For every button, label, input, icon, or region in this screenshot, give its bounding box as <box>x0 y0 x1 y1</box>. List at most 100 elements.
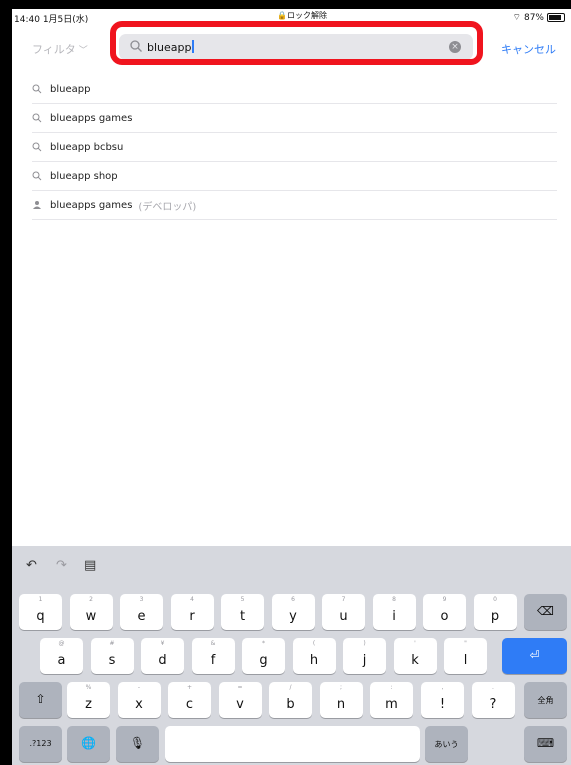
key-label: あいう <box>434 740 459 749</box>
key-secondary-label: @ <box>58 640 65 647</box>
shift-key[interactable]: ⇧ <box>19 682 62 718</box>
suggestion-item[interactable]: blueapp <box>32 75 557 104</box>
globe-key[interactable]: 🌐 <box>67 726 110 762</box>
backspace-icon: ⌫ <box>537 604 554 618</box>
key-label: .?123 <box>29 739 52 748</box>
numbers-key[interactable]: .?123 <box>19 726 62 762</box>
key-label: 全角 <box>537 696 554 705</box>
status-right: ⌔ 87% <box>513 12 565 23</box>
key-label: l <box>463 653 468 668</box>
key-o[interactable]: 9o <box>423 594 466 630</box>
battery-icon <box>547 13 565 22</box>
key-r[interactable]: 4r <box>170 594 214 630</box>
key-y[interactable]: 6y <box>271 594 315 630</box>
key-l[interactable]: " l <box>444 638 487 674</box>
keyboard: ↶ ↷ ▤ 1 q 2 w 3 e 4 r 5 t 6 y 7 u 8 i 9 o 0 p ⌫ @ a # s ¥ d & f * g(h)… <box>12 546 571 765</box>
return-key[interactable]: ⏎ <box>502 638 567 674</box>
paste-icon[interactable]: ▤ <box>84 558 96 573</box>
search-icon <box>32 84 42 94</box>
filter-button[interactable]: フィルタ ﹀ <box>32 41 88 57</box>
key-c[interactable]: + c <box>168 682 211 718</box>
key-i[interactable]: 8i <box>372 594 416 630</box>
key-label: p <box>490 609 500 624</box>
keyboard-hide-icon: ⌨ <box>536 736 555 750</box>
key-secondary-label: 9 <box>442 596 447 603</box>
key-punct[interactable]: .? <box>471 682 515 718</box>
space-key[interactable] <box>165 726 420 762</box>
status-bar: 14:40 1月5日(水) 🔒ロック解除 ⌔ 87% <box>12 9 571 27</box>
key-q[interactable]: 1q <box>19 594 62 630</box>
key-punct[interactable]: ,! <box>421 682 464 718</box>
globe-icon: 🌐 <box>81 736 96 750</box>
battery-percent: 87% <box>523 12 544 23</box>
key-secondary-label: & <box>210 640 216 647</box>
search-value: blueapp <box>147 40 195 54</box>
key-label: k <box>411 653 419 668</box>
dismiss-keyboard-key[interactable]: ⌨ <box>524 726 567 762</box>
return-icon: ⏎ <box>529 648 540 662</box>
key-j[interactable]: ) j <box>343 638 386 674</box>
suggestion-item[interactable]: blueapp shop <box>32 162 557 191</box>
key-label: t <box>239 609 246 624</box>
key-h[interactable]: (h <box>292 638 336 674</box>
key-label: ? <box>489 697 497 712</box>
key-secondary-label: % <box>85 684 92 691</box>
key-u[interactable]: 7u <box>322 594 365 630</box>
clear-icon[interactable]: × <box>449 41 461 53</box>
key-secondary-label: 1 <box>38 596 43 603</box>
search-input[interactable]: blueapp × <box>119 34 473 60</box>
key-v[interactable]: = v <box>218 682 262 718</box>
key-x[interactable]: -x <box>117 682 161 718</box>
suggestion-item[interactable]: blueapp bcbsu <box>32 133 557 162</box>
dictation-key[interactable]: 🎙 <box>116 726 159 762</box>
keyboard-toolbar: ↶ ↷ ▤ <box>12 546 571 586</box>
key-label: b <box>286 697 295 712</box>
suggestion-item[interactable]: blueapps games <box>32 104 557 133</box>
key-label: x <box>135 697 143 712</box>
key-label: s <box>108 653 116 668</box>
key-secondary-label: 3 <box>139 596 144 603</box>
cancel-button[interactable]: キャンセル <box>501 41 556 57</box>
key-label: r <box>189 609 195 624</box>
key-s[interactable]: # s <box>90 638 134 674</box>
zenkaku-key[interactable]: 全角 <box>524 682 567 718</box>
key-secondary-label: * <box>262 640 265 647</box>
key-label: m <box>385 697 398 712</box>
search-nav-bar: フィルタ ﹀ blueapp × キャンセル <box>12 27 571 69</box>
key-g[interactable]: * g <box>242 638 285 674</box>
suggestion-item-developer[interactable]: blueapps games (デベロッパ) <box>32 191 557 220</box>
key-secondary-label: ( <box>312 640 316 647</box>
app-frame: 14:40 1月5日(水) 🔒ロック解除 ⌔ 87% フィルタ ﹀ blueapp… <box>12 9 571 765</box>
key-label: y <box>289 609 297 624</box>
key-secondary-label: / <box>289 684 292 691</box>
undo-icon[interactable]: ↶ <box>26 558 37 573</box>
chevron-down-icon: ﹀ <box>78 46 88 56</box>
key-k[interactable]: ' k <box>393 638 437 674</box>
key-m[interactable]: :m <box>370 682 413 718</box>
backspace-key[interactable]: ⌫ <box>524 594 567 630</box>
key-b[interactable]: / b <box>269 682 312 718</box>
kana-key[interactable]: あいう <box>425 726 468 762</box>
key-n[interactable]: ; n <box>319 682 363 718</box>
suggestion-list: blueapp blueapps games blueapp bcbsu blu… <box>12 75 571 220</box>
key-w[interactable]: 2w <box>69 594 113 630</box>
search-icon <box>32 113 42 123</box>
search-icon <box>130 40 142 52</box>
key-z[interactable]: % z <box>67 682 110 718</box>
key-secondary-label: 4 <box>190 596 194 603</box>
text-caret <box>192 40 195 53</box>
key-e[interactable]: 3e <box>120 594 163 630</box>
status-time: 14:40 1月5日(水) <box>14 15 89 25</box>
key-p[interactable]: 0p <box>473 594 517 630</box>
key-f[interactable]: & f <box>191 638 235 674</box>
key-label: i <box>392 609 396 624</box>
key-d[interactable]: ¥ d <box>141 638 184 674</box>
key-a[interactable]: @ a <box>40 638 83 674</box>
key-label: u <box>339 609 348 624</box>
key-label: ! <box>439 697 446 712</box>
redo-icon[interactable]: ↷ <box>56 558 67 573</box>
key-secondary-label: , <box>441 684 444 691</box>
key-t[interactable]: 5t <box>221 594 264 630</box>
key-secondary-label: ) <box>363 640 366 647</box>
key-secondary-label: ¥ <box>160 640 165 647</box>
